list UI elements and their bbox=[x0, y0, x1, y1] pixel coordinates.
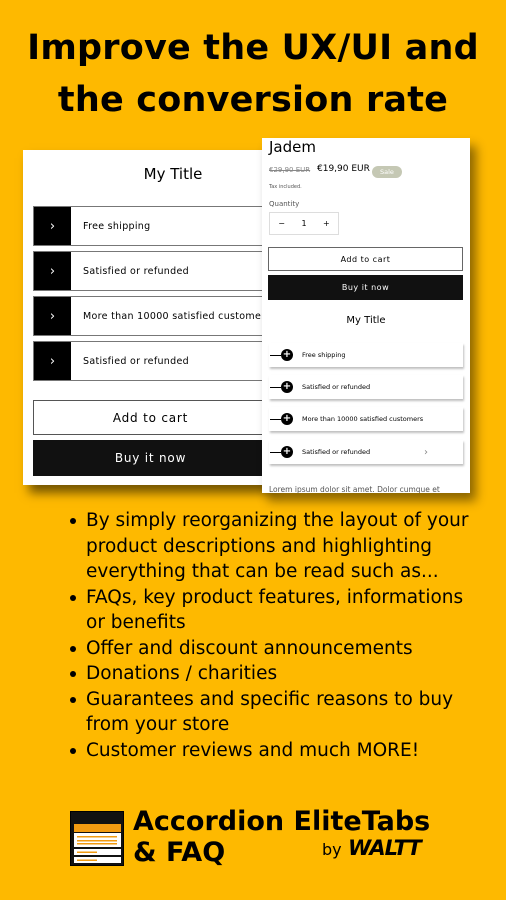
quantity-stepper: − 1 + bbox=[269, 212, 339, 235]
feature-list: By simply reorganizing the layout of you… bbox=[66, 508, 486, 763]
plus-circle-icon: + bbox=[281, 413, 293, 425]
feature-item: Donations / charities bbox=[66, 661, 486, 687]
accordion-item[interactable]: › More than 10000 satisfied customers bbox=[33, 296, 268, 336]
feature-item: By simply reorganizing the layout of you… bbox=[66, 508, 486, 585]
accordion-item[interactable]: + More than 10000 satisfied customers bbox=[269, 407, 463, 431]
old-price: €29,90 EUR bbox=[269, 166, 311, 174]
tax-note: Tax included. bbox=[269, 184, 302, 190]
accordion-item-label: Satisfied or refunded bbox=[302, 383, 371, 391]
sale-badge: Sale bbox=[372, 166, 402, 178]
chevron-right-icon: › bbox=[34, 207, 71, 245]
accordion-item-label: Free shipping bbox=[302, 351, 346, 359]
feature-item: Customer reviews and much MORE! bbox=[66, 738, 486, 764]
accordion-item[interactable]: + Satisfied or refunded bbox=[269, 375, 463, 399]
accordion-item-label: Satisfied or refunded bbox=[83, 265, 189, 277]
product-page-card: Jadem €29,90 EUR €19,90 EUR Sale Tax inc… bbox=[262, 138, 470, 493]
accordion-preview-card: My Title › Free shipping › Satisfied or re… bbox=[23, 150, 268, 485]
accordion-title: My Title bbox=[346, 315, 386, 326]
accordion-item-label: Satisfied or refunded bbox=[302, 448, 371, 456]
feature-item: Guarantees and specific reasons to buy f… bbox=[66, 687, 486, 738]
plus-circle-icon: + bbox=[281, 446, 293, 458]
accordion-item-label: More than 10000 satisfied customers bbox=[302, 415, 424, 423]
accordion-item[interactable]: › Satisfied or refunded bbox=[33, 251, 268, 291]
headline-line-2: the conversion rate bbox=[57, 80, 449, 120]
app-logo-icon bbox=[70, 811, 124, 866]
accordion-title: My Title bbox=[143, 165, 203, 183]
chevron-right-icon: › bbox=[34, 342, 71, 380]
accordion-item[interactable]: › Free shipping bbox=[33, 206, 268, 246]
accordion-item-label: Free shipping bbox=[83, 220, 151, 232]
sale-price: €19,90 EUR bbox=[317, 164, 370, 174]
product-title: Jadem bbox=[269, 138, 316, 156]
add-to-cart-button[interactable]: Add to cart bbox=[268, 247, 463, 271]
plus-circle-icon: + bbox=[281, 349, 293, 361]
feature-item: FAQs, key product features, informations… bbox=[66, 585, 486, 636]
brand-line-1: Accordion EliteTabs bbox=[133, 806, 431, 837]
plus-circle-icon: + bbox=[281, 381, 293, 393]
accordion-item[interactable]: + Free shipping bbox=[269, 343, 463, 367]
headline: Improve the UX/UI and the conversion rat… bbox=[0, 22, 506, 126]
quantity-label: Quantity bbox=[269, 200, 300, 208]
by-label: by bbox=[322, 840, 342, 859]
add-to-cart-button[interactable]: Add to cart bbox=[33, 400, 268, 435]
headline-line-1: Improve the UX/UI and bbox=[27, 28, 479, 68]
buy-now-button[interactable]: Buy it now bbox=[268, 275, 463, 300]
buy-now-button[interactable]: Buy it now bbox=[33, 440, 268, 476]
plus-button[interactable]: + bbox=[323, 219, 330, 228]
accordion-item[interactable]: + Satisfied or refunded › bbox=[269, 440, 463, 464]
minus-button[interactable]: − bbox=[278, 219, 285, 228]
chevron-right-icon: › bbox=[34, 297, 71, 335]
maker-logo: WALTT bbox=[348, 836, 422, 860]
chevron-right-icon: › bbox=[34, 252, 71, 290]
accordion-item-label: More than 10000 satisfied customers bbox=[83, 310, 268, 322]
description-text: Lorem ipsum dolor sit amet. Dolor cumque… bbox=[269, 485, 440, 493]
accordion-item-label: Satisfied or refunded bbox=[83, 355, 189, 367]
quantity-value[interactable]: 1 bbox=[301, 219, 306, 228]
accordion-item[interactable]: › Satisfied or refunded bbox=[33, 341, 268, 381]
chevron-right-icon: › bbox=[424, 446, 428, 458]
feature-item: Offer and discount announcements bbox=[66, 636, 486, 662]
